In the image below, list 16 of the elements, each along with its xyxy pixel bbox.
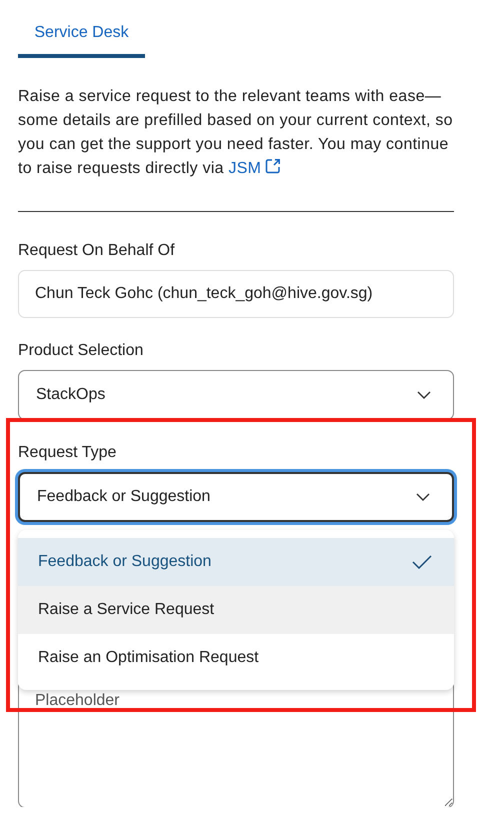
input-field[interactable]: Chun Teck Gohc (chun_teck_goh@hive.gov.sg): [18, 270, 454, 318]
tab[interactable]: Service Desk: [18, 16, 145, 58]
field-label: Product Selection: [18, 342, 144, 360]
dropdown-option[interactable]: Raise an Optimisation Request: [18, 634, 454, 682]
intro-text: Raise a service request to the relevant teams with ease—some details are prefilled based on your current context, so you can get the support you need faster. You may continue to raise requests directly via JSM: [18, 87, 454, 179]
chevron-down-icon: [417, 391, 431, 399]
field-label: Request Type: [18, 444, 118, 462]
field-label: Request On Behalf Of: [18, 242, 176, 260]
chevron-down-icon: [416, 493, 430, 501]
select-field[interactable]: StackOps: [18, 370, 454, 420]
dropdown-option[interactable]: Feedback or Suggestion: [18, 538, 454, 586]
jsm-link[interactable]: JSM: [228, 160, 282, 177]
select-field[interactable]: Feedback or Suggestion: [18, 472, 454, 522]
check-icon: [412, 555, 432, 569]
external-link-icon: [264, 157, 282, 175]
dropdown-option[interactable]: Raise a Service Request: [18, 586, 454, 634]
